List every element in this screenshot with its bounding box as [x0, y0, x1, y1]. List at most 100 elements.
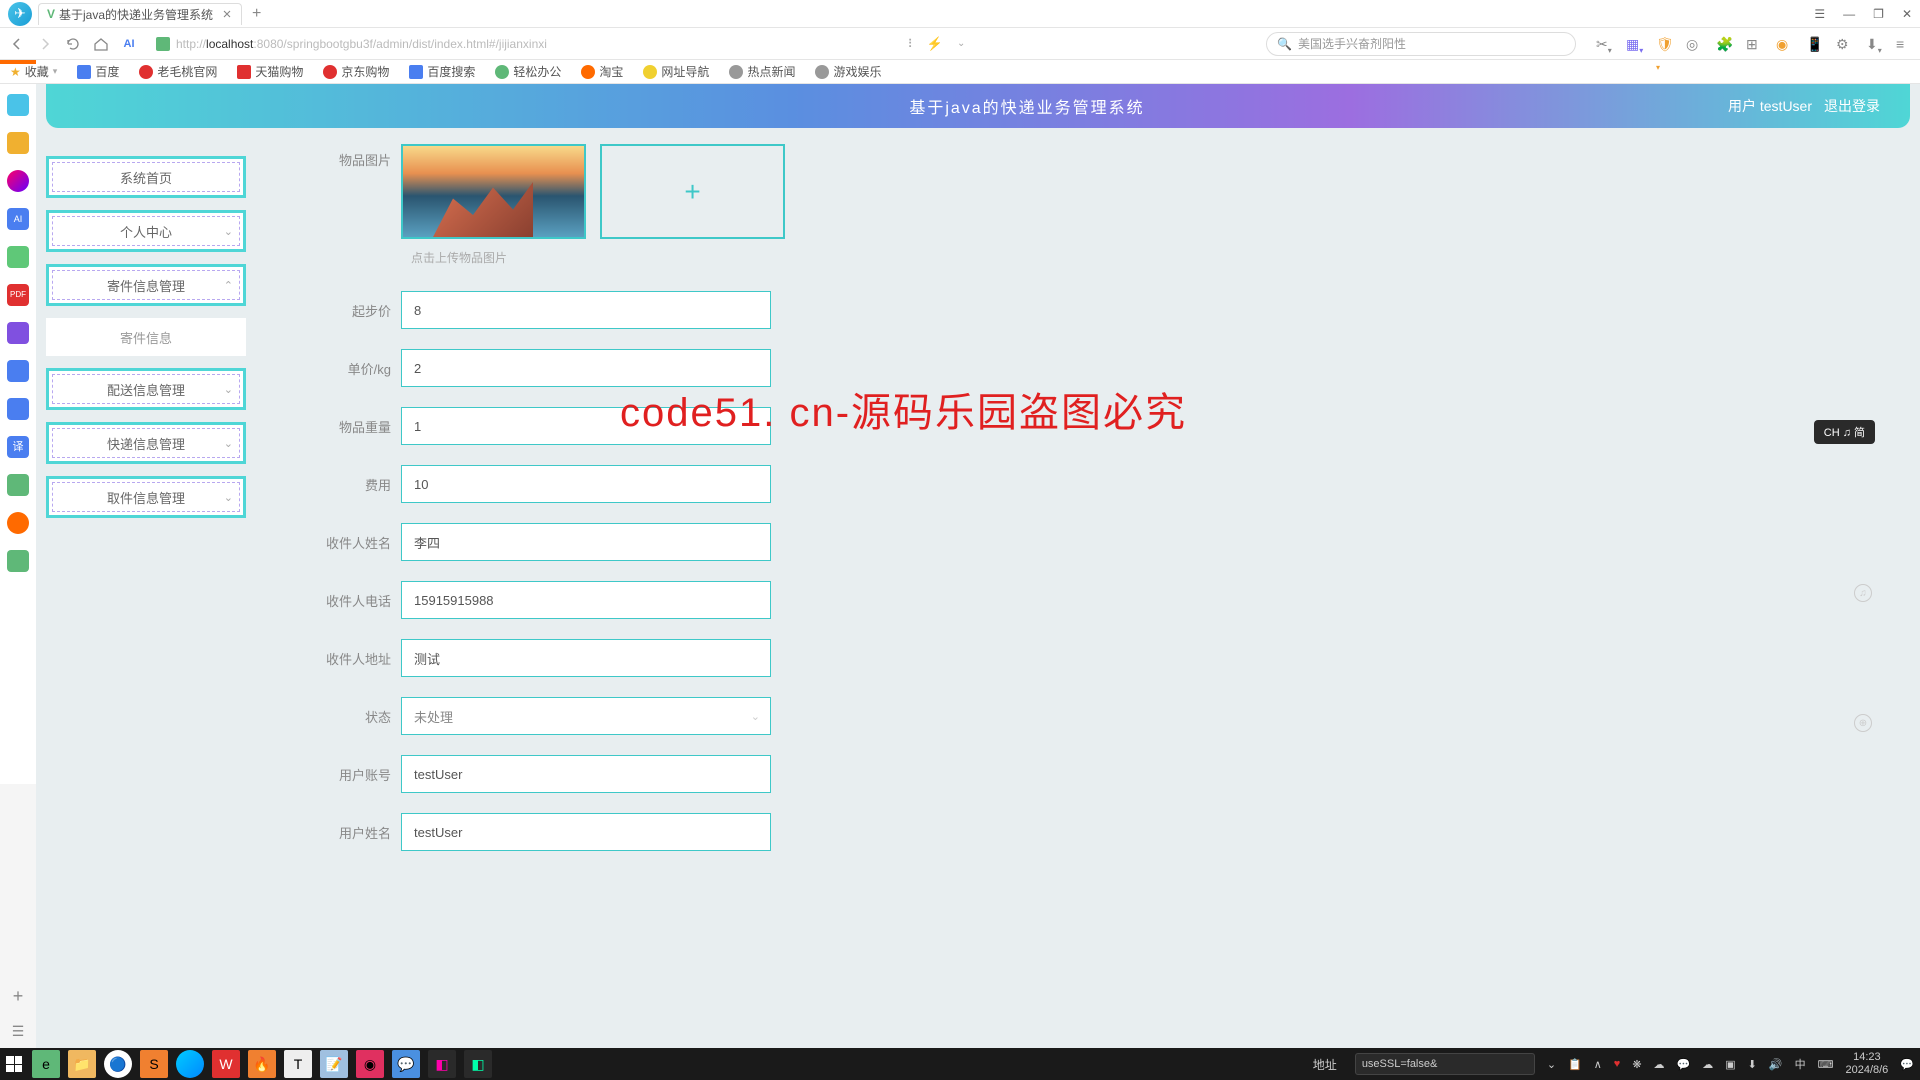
grid-icon[interactable]: ▦▾	[1626, 36, 1642, 52]
mobile-icon[interactable]: 📱	[1806, 36, 1822, 52]
window-menu-icon[interactable]: ☰	[1814, 7, 1825, 21]
tray-volume-icon[interactable]: 🔊	[1769, 1058, 1783, 1071]
sidebar-item-home[interactable]: 系统首页	[46, 156, 246, 198]
puzzle-icon[interactable]: 🧩	[1716, 36, 1732, 52]
reload-button[interactable]	[64, 35, 82, 53]
maximize-icon[interactable]: ❐	[1873, 7, 1884, 21]
receiver-phone-input[interactable]	[401, 581, 771, 619]
tray-screen-icon[interactable]: ▣	[1725, 1058, 1735, 1071]
bookmark-item[interactable]: 淘宝	[581, 63, 623, 80]
receiver-name-input[interactable]	[401, 523, 771, 561]
dock-doc-icon[interactable]	[7, 360, 29, 382]
taskbar-app-ide1[interactable]: ◧	[428, 1050, 456, 1078]
dock-ai2-icon[interactable]: AI	[7, 208, 29, 230]
translate-icon[interactable]: ⠸	[904, 37, 913, 51]
apps-icon[interactable]: ⊞	[1746, 36, 1762, 52]
sidebar-item-profile[interactable]: 个人中心⌄	[46, 210, 246, 252]
tray-ime-icon[interactable]: 中	[1795, 1056, 1806, 1072]
close-icon[interactable]	[221, 8, 233, 20]
forward-button[interactable]	[36, 35, 54, 53]
tray-cloud2-icon[interactable]: ☁	[1702, 1058, 1713, 1071]
tray-sogou-icon[interactable]: ⌨	[1818, 1058, 1834, 1071]
shield2-icon[interactable]: 🛡▾	[1656, 36, 1672, 52]
taskbar-app-wps[interactable]: W	[212, 1050, 240, 1078]
taskbar-app-text[interactable]: T	[284, 1050, 312, 1078]
target-icon[interactable]: ◎	[1686, 36, 1702, 52]
start-button[interactable]	[6, 1056, 22, 1072]
browser-tab[interactable]: V 基于java的快递业务管理系统	[38, 3, 242, 25]
dock-add-icon[interactable]: +	[13, 986, 24, 1007]
status-select[interactable]: 未处理⌄	[401, 697, 771, 735]
taskbar-input[interactable]	[1355, 1053, 1535, 1075]
sidebar-item-delivery[interactable]: 配送信息管理⌄	[46, 368, 246, 410]
browser-logo-icon[interactable]: ✈	[8, 2, 32, 26]
flash-icon[interactable]: ⚡	[927, 36, 943, 52]
download-icon[interactable]: ⬇▾	[1866, 36, 1882, 52]
sidebar-item-shipping[interactable]: 寄件信息管理⌃	[46, 264, 246, 306]
dock-qr-icon[interactable]	[7, 474, 29, 496]
sidebar-item-express[interactable]: 快递信息管理⌄	[46, 422, 246, 464]
new-tab-button[interactable]: +	[252, 5, 261, 23]
taskbar-app-sublime[interactable]: S	[140, 1050, 168, 1078]
sidebar-subitem-shipping-info[interactable]: 寄件信息	[46, 318, 246, 356]
taskbar-app-ide2[interactable]: ◧	[464, 1050, 492, 1078]
dock-mail-icon[interactable]	[7, 550, 29, 572]
tray-notification-icon[interactable]: 💬	[1900, 1058, 1914, 1071]
tray-cloud-icon[interactable]: ☁	[1654, 1058, 1665, 1071]
bookmark-item[interactable]: 热点新闻	[729, 63, 795, 80]
taskbar-app-edge[interactable]: e	[32, 1050, 60, 1078]
taskbar-app-chrome[interactable]: 🔵	[104, 1050, 132, 1078]
bookmark-item[interactable]: 天猫购物	[237, 63, 303, 80]
dock-ai-icon[interactable]	[7, 170, 29, 192]
home-button[interactable]	[92, 35, 110, 53]
menu-icon[interactable]: ≡	[1896, 36, 1912, 52]
add-image-button[interactable]: +	[600, 144, 785, 239]
tray-clock[interactable]: 14:23 2024/8/6	[1845, 1051, 1888, 1077]
tray-fire-icon[interactable]: ♥	[1614, 1058, 1621, 1070]
tray-download-icon[interactable]: ⬇	[1748, 1058, 1757, 1071]
dock-app-icon[interactable]	[7, 94, 29, 116]
dock-video-icon[interactable]	[7, 322, 29, 344]
tray-wechat-icon[interactable]: 💬	[1677, 1058, 1691, 1071]
ai-icon[interactable]: AI	[120, 35, 138, 53]
dock-star-icon[interactable]	[7, 132, 29, 154]
dock-weibo-icon[interactable]	[7, 512, 29, 534]
help-icon[interactable]: ♫	[1854, 584, 1872, 602]
taskbar-app-red[interactable]: ◉	[356, 1050, 384, 1078]
tray-flower-icon[interactable]: ❋	[1632, 1058, 1641, 1071]
bookmark-item[interactable]: 轻松办公	[495, 63, 561, 80]
circle-icon[interactable]: ◉	[1776, 36, 1792, 52]
taskbar-app-notes[interactable]: 📝	[320, 1050, 348, 1078]
tray-up-icon[interactable]: ∧	[1594, 1058, 1602, 1071]
start-price-input[interactable]	[401, 291, 771, 329]
bookmark-item[interactable]: 百度	[77, 63, 119, 80]
sidebar-item-pickup[interactable]: 取件信息管理⌄	[46, 476, 246, 518]
address-bar[interactable]: http:// localhost :8080/springbootgbu3f/…	[148, 32, 888, 56]
scissors-icon[interactable]: ✂▾	[1596, 36, 1612, 52]
dropdown-icon[interactable]: ⌄	[957, 38, 965, 49]
fee-input[interactable]	[401, 465, 771, 503]
tray-dropdown-icon[interactable]: ⌄	[1547, 1058, 1556, 1071]
user-account-input[interactable]	[401, 755, 771, 793]
bookmark-item[interactable]: 百度搜索	[409, 63, 475, 80]
favorites-label[interactable]: ★收藏▾	[10, 63, 57, 80]
bookmark-item[interactable]: 老毛桃官网	[139, 63, 217, 80]
bookmark-item[interactable]: 网址导航	[643, 63, 709, 80]
dock-list-icon[interactable]: ☰	[12, 1023, 25, 1040]
user-name-input[interactable]	[401, 813, 771, 851]
taskbar-app-edge2[interactable]	[176, 1050, 204, 1078]
bookmark-item[interactable]: 京东购物	[323, 63, 389, 80]
dock-pdf-icon[interactable]: PDF	[7, 284, 29, 306]
receiver-addr-input[interactable]	[401, 639, 771, 677]
taskbar-app-flame[interactable]: 🔥	[248, 1050, 276, 1078]
back-button[interactable]	[8, 35, 26, 53]
taskbar-app-chat[interactable]: 💬	[392, 1050, 420, 1078]
bookmark-item[interactable]: 游戏娱乐	[815, 63, 881, 80]
taskbar-app-explorer[interactable]: 📁	[68, 1050, 96, 1078]
logout-link[interactable]: 退出登录	[1824, 96, 1880, 116]
ime-badge[interactable]: CH ♫ 简	[1814, 420, 1875, 444]
dock-chat-icon[interactable]	[7, 246, 29, 268]
item-image-thumbnail[interactable]	[401, 144, 586, 239]
minimize-icon[interactable]: —	[1843, 7, 1855, 21]
search-input[interactable]: 🔍 美国选手兴奋剂阳性	[1266, 32, 1576, 56]
